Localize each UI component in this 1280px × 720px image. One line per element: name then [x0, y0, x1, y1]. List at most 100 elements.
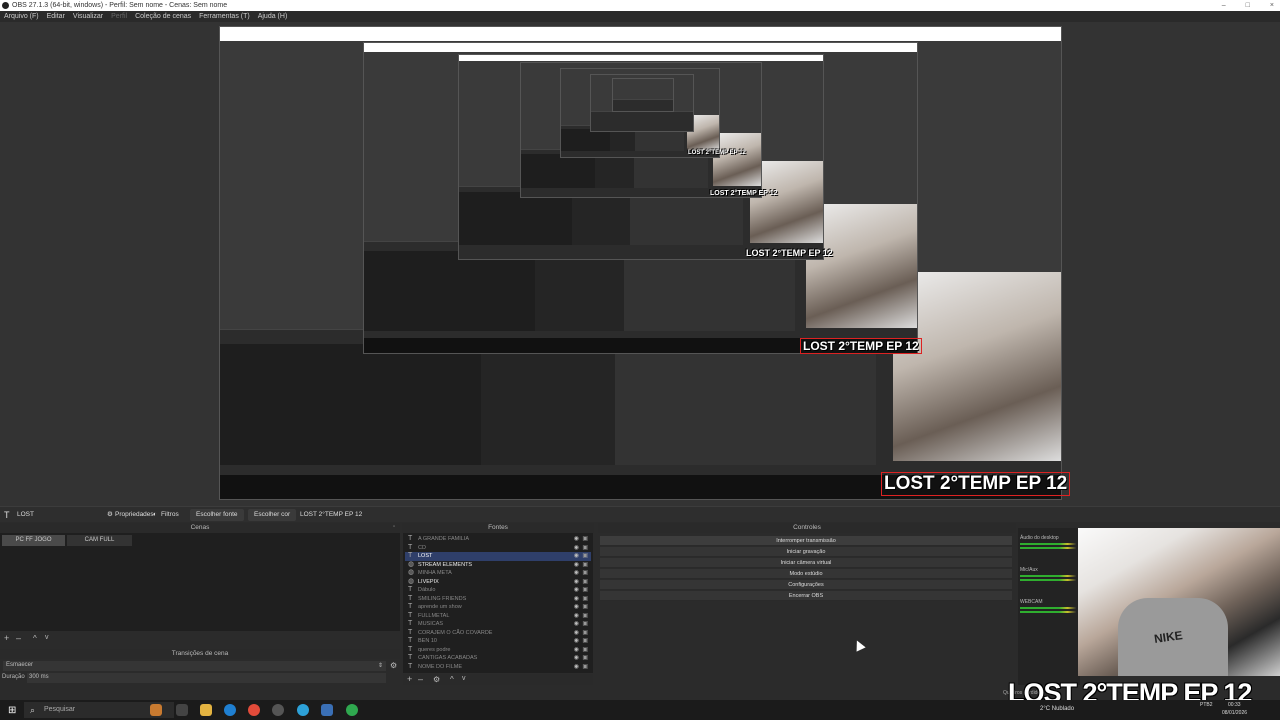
source-item[interactable]: T BEN 10 ◉ ▣ [405, 637, 591, 646]
transition-select[interactable]: Esmaecer ⇕ [3, 661, 386, 671]
source-item[interactable]: Taprende um show ◉ ▣ [405, 603, 591, 612]
visibility-eye-icon[interactable]: ◉ [574, 603, 579, 612]
lock-icon[interactable]: ▣ [582, 578, 588, 587]
lock-icon[interactable]: ▣ [582, 646, 588, 655]
remove-source-button[interactable]: – [418, 674, 423, 684]
lock-icon[interactable]: ▣ [582, 552, 588, 561]
source-item[interactable]: ◍ LIVEPIX ◉ ▣ [405, 578, 591, 587]
visibility-eye-icon[interactable]: ◉ [574, 612, 579, 621]
source-item[interactable]: T CD ◉ ▣ [405, 544, 591, 553]
add-scene-button[interactable]: + [4, 633, 9, 643]
settings-button[interactable]: Configurações [600, 580, 1012, 590]
duration-field[interactable]: 300 ms [27, 673, 386, 683]
clock-date[interactable]: 08/01/2026 [1222, 710, 1247, 716]
choose-color-button[interactable]: Escolher cor [248, 509, 297, 521]
menu-tools[interactable]: Ferramentas (T) [199, 11, 250, 22]
visibility-eye-icon[interactable]: ◉ [574, 535, 579, 544]
taskbar-widget-icon[interactable] [150, 704, 162, 716]
move-up-icon[interactable]: ^ [33, 634, 37, 643]
lock-icon[interactable]: ▣ [582, 595, 588, 604]
visibility-eye-icon[interactable]: ◉ [574, 561, 579, 570]
filters-button[interactable]: Filtros [161, 507, 179, 523]
source-item[interactable]: T CANTIGAS ACABADAS ◉ ▣ [405, 654, 591, 663]
text-value[interactable]: LOST 2°TEMP EP 12 [300, 507, 362, 523]
properties-button[interactable]: Propriedades [115, 507, 154, 523]
lock-icon[interactable]: ▣ [582, 663, 588, 672]
close-button[interactable]: × [1270, 0, 1274, 11]
visibility-eye-icon[interactable]: ◉ [574, 663, 579, 672]
exit-obs-button[interactable]: Encerrar OBS [600, 591, 1012, 601]
move-up-icon[interactable]: ^ [450, 675, 454, 684]
menu-help[interactable]: Ajuda (H) [258, 11, 288, 22]
visibility-eye-icon[interactable]: ◉ [574, 620, 579, 629]
source-item[interactable]: T NOME DO FILME ◉ ▣ [405, 663, 591, 672]
lock-icon[interactable]: ▣ [582, 535, 588, 544]
selected-text-source[interactable]: LOST 2°TEMP EP 12 [881, 472, 1071, 496]
add-source-button[interactable]: + [407, 674, 412, 684]
stop-streaming-button[interactable]: Interromper transmissão [600, 536, 1012, 546]
source-item[interactable]: ◍ MINHA META ◉ ▣ [405, 569, 591, 578]
chrome-icon[interactable] [248, 704, 260, 716]
lock-icon[interactable]: ▣ [582, 612, 588, 621]
scene-pc-ff-jogo[interactable]: PC FF JOGO [2, 535, 65, 546]
visibility-eye-icon[interactable]: ◉ [574, 586, 579, 595]
source-item[interactable]: T SMILING FRIENDS ◉ ▣ [405, 595, 591, 604]
start-virtual-camera-button[interactable]: Iniciar câmera virtual [600, 558, 1012, 568]
menu-profile[interactable]: Perfil [111, 11, 127, 22]
source-item[interactable]: T Dábulo ◉ ▣ [405, 586, 591, 595]
keyboard-layout[interactable]: PTB2 [1200, 702, 1213, 708]
lock-icon[interactable]: ▣ [582, 603, 588, 612]
move-down-icon[interactable]: v [462, 675, 466, 682]
chrome-profile-icon[interactable] [297, 704, 309, 716]
source-settings-icon[interactable]: ⚙ [433, 675, 440, 684]
studio-mode-button[interactable]: Modo estúdio [600, 569, 1012, 579]
source-item[interactable]: T FULLMETAL ◉ ▣ [405, 612, 591, 621]
source-item[interactable]: T A GRANDE FAMILIA ◉ ▣ [405, 535, 591, 544]
lock-icon[interactable]: ▣ [582, 620, 588, 629]
choose-font-button[interactable]: Escolher fonte [190, 509, 244, 521]
file-explorer-icon[interactable] [200, 704, 212, 716]
visibility-eye-icon[interactable]: ◉ [574, 654, 579, 663]
weather-status[interactable]: 2°C Nublado [1040, 706, 1074, 712]
transition-gear-icon[interactable]: ⚙ [390, 661, 397, 670]
minimize-button[interactable]: – [1222, 0, 1226, 11]
lock-icon[interactable]: ▣ [582, 637, 588, 646]
visibility-eye-icon[interactable]: ◉ [574, 544, 579, 553]
source-item[interactable]: T CORAJEM O CÃO COVARDE ◉ ▣ [405, 629, 591, 638]
source-item[interactable]: T LOST ◉ ▣ [405, 552, 591, 561]
menu-file[interactable]: Arquivo (F) [4, 11, 39, 22]
lock-icon[interactable]: ▣ [582, 654, 588, 663]
menu-view[interactable]: Visualizar [73, 11, 103, 22]
obs-taskbar-icon[interactable] [272, 704, 284, 716]
visibility-eye-icon[interactable]: ◉ [574, 595, 579, 604]
task-view-icon[interactable] [176, 704, 188, 716]
visibility-eye-icon[interactable]: ◉ [574, 578, 579, 587]
app-icon[interactable] [346, 704, 358, 716]
windows-start-icon[interactable]: ⊞ [8, 705, 16, 716]
source-item[interactable]: T MUSICAS ◉ ▣ [405, 620, 591, 629]
remove-scene-button[interactable]: – [16, 633, 21, 643]
menu-scene-collection[interactable]: Coleção de cenas [135, 11, 191, 22]
visibility-eye-icon[interactable]: ◉ [574, 569, 579, 578]
maximize-button[interactable]: □ [1246, 0, 1250, 11]
visibility-eye-icon[interactable]: ◉ [574, 646, 579, 655]
menu-edit[interactable]: Editar [47, 11, 65, 22]
source-item[interactable]: Tqueres podre ◉ ▣ [405, 646, 591, 655]
preview-canvas[interactable]: LOST 2°TEMP EP 12 LOST 2°TEMP EP 12 LOST… [0, 22, 1280, 506]
lock-icon[interactable]: ▣ [582, 544, 588, 553]
start-recording-button[interactable]: Iniciar gravação [600, 547, 1012, 557]
visibility-eye-icon[interactable]: ◉ [574, 637, 579, 646]
scene-cam-full[interactable]: CAM FULL [67, 535, 132, 546]
lock-icon[interactable]: ▣ [582, 629, 588, 638]
visibility-eye-icon[interactable]: ◉ [574, 629, 579, 638]
source-item[interactable]: ◍ STREAM ELEMENTS ◉ ▣ [405, 561, 591, 570]
lock-icon[interactable]: ▣ [582, 569, 588, 578]
dock-float-icon[interactable]: ▫ [393, 524, 395, 530]
lock-icon[interactable]: ▣ [582, 561, 588, 570]
visibility-eye-icon[interactable]: ◉ [574, 552, 579, 561]
move-down-icon[interactable]: v [45, 634, 49, 641]
lock-icon[interactable]: ▣ [582, 586, 588, 595]
app-icon[interactable] [321, 704, 333, 716]
edge-icon[interactable] [224, 704, 236, 716]
clock-time[interactable]: 00:33 [1228, 702, 1241, 708]
